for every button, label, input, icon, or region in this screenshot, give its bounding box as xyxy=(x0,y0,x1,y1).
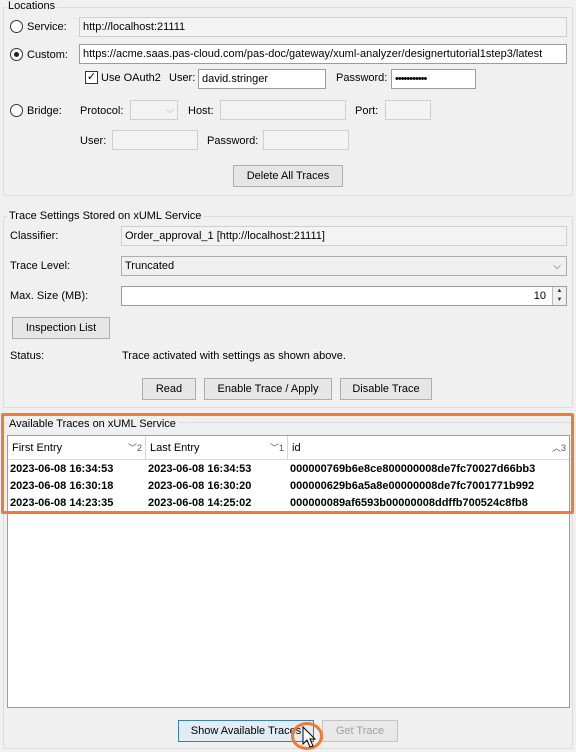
oauth-checkbox[interactable]: ✓ xyxy=(85,71,98,84)
password-field[interactable]: ••••••••••• xyxy=(391,69,476,89)
host-label: Host: xyxy=(188,105,214,117)
service-radio[interactable] xyxy=(10,20,23,33)
bridge-password-field[interactable] xyxy=(263,130,349,150)
trace-settings-legend: Trace Settings Stored on xUML Service xyxy=(7,210,204,223)
disable-trace-button[interactable]: Disable Trace xyxy=(340,378,432,400)
service-label: Service: xyxy=(27,21,67,33)
custom-label: Custom: xyxy=(27,49,68,61)
bridge-radio[interactable] xyxy=(10,104,23,117)
trace-level-value: Truncated xyxy=(125,260,175,272)
bridge-user-field[interactable] xyxy=(112,130,198,150)
bridge-label: Bridge: xyxy=(27,105,62,117)
delete-all-traces-button[interactable]: Delete All Traces xyxy=(233,165,343,187)
user-label: User: xyxy=(169,72,196,84)
port-label: Port: xyxy=(355,105,379,117)
bridge-user-label: User: xyxy=(80,135,107,147)
max-size-label: Max. Size (MB): xyxy=(10,290,89,302)
custom-url-field[interactable]: https://acme.saas.pas-cloud.com/pas-doc/… xyxy=(79,44,567,64)
classifier-label: Classifier: xyxy=(10,230,59,242)
classifier-field[interactable]: Order_approval_1 [http://localhost:21111… xyxy=(121,226,567,246)
status-value: Trace activated with settings as shown a… xyxy=(122,350,346,362)
get-trace-button[interactable]: Get Trace xyxy=(322,720,398,742)
bridge-password-label: Password: xyxy=(207,135,259,147)
user-field[interactable]: david.stringer xyxy=(198,69,326,89)
protocol-dropdown[interactable]: ⌵ xyxy=(130,100,178,120)
highlight-box xyxy=(1,413,574,514)
max-size-value: 10 xyxy=(533,290,546,302)
custom-radio[interactable] xyxy=(10,48,23,61)
status-label: Status: xyxy=(10,350,45,362)
oauth-label: Use OAuth2 xyxy=(101,72,161,84)
inspection-list-button[interactable]: Inspection List xyxy=(12,317,110,339)
service-url-field[interactable]: http://localhost:21111 xyxy=(79,17,567,37)
host-field[interactable] xyxy=(220,100,346,120)
enable-trace-button[interactable]: Enable Trace / Apply xyxy=(204,378,332,400)
trace-level-dropdown[interactable]: Truncated ⌵ xyxy=(121,256,567,276)
trace-level-label: Trace Level: xyxy=(10,260,71,272)
locations-legend: Locations xyxy=(6,0,58,13)
max-size-spinner[interactable]: 10 ▲ ▼ xyxy=(121,286,567,306)
read-button[interactable]: Read xyxy=(142,378,196,400)
port-field[interactable] xyxy=(385,100,431,120)
chevron-down-icon: ⌵ xyxy=(553,261,561,272)
protocol-label: Protocol: xyxy=(80,105,124,117)
cursor-icon xyxy=(302,726,317,748)
spinner-arrows-icon[interactable]: ▲ ▼ xyxy=(552,287,566,305)
password-label: Password: xyxy=(336,72,388,84)
chevron-down-icon: ⌵ xyxy=(166,105,174,116)
